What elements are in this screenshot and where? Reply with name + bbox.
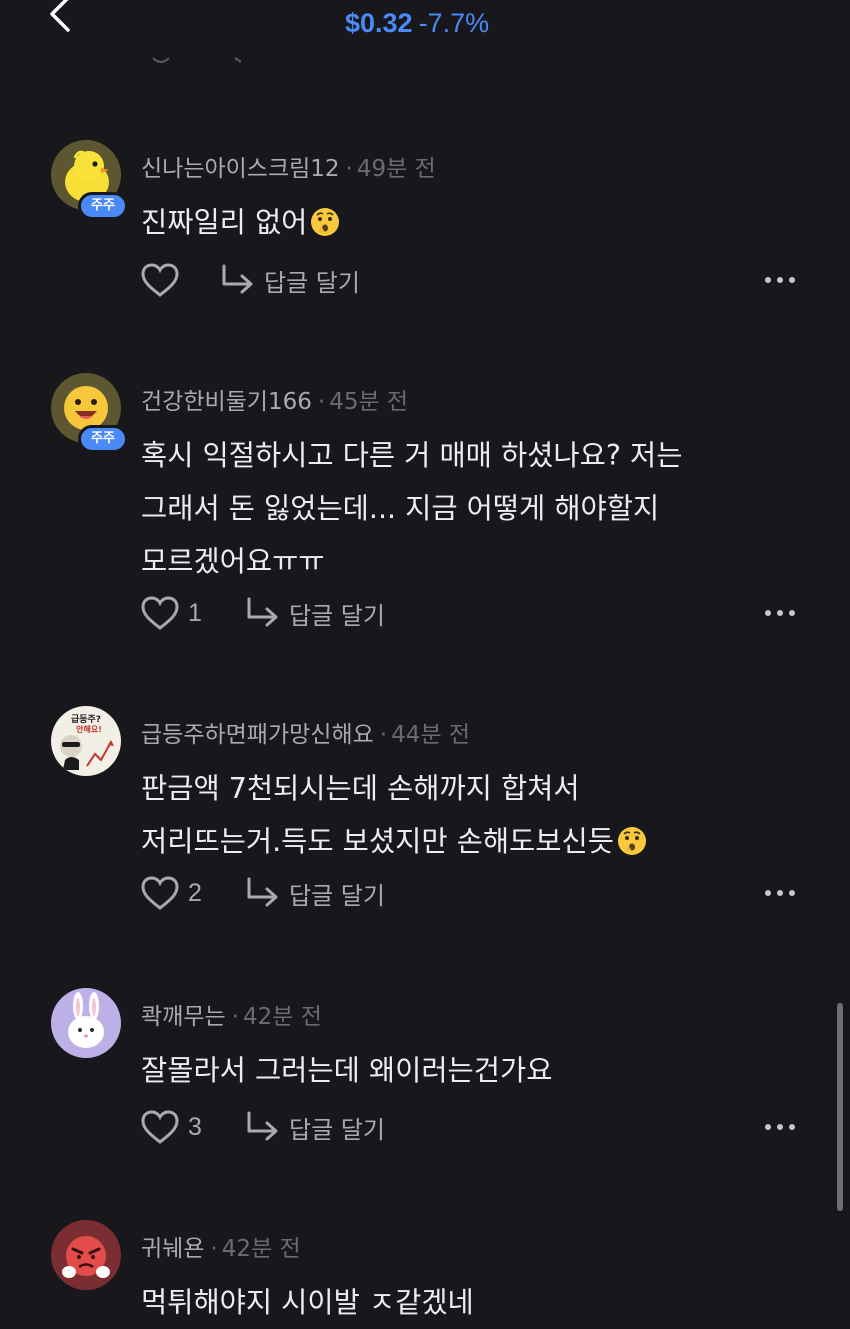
previous-comment-actions-edge — [152, 57, 242, 63]
username[interactable]: 급등주하면패가망신해요 — [141, 722, 374, 748]
more-horizontal-icon[interactable] — [762, 266, 798, 294]
comment-line: 모르겠어요ㅠㅠ — [141, 545, 325, 578]
like-button[interactable]: 3 — [140, 1107, 202, 1147]
timestamp: 44분 전 — [391, 722, 470, 748]
timestamp: 49분 전 — [356, 156, 436, 182]
comment-actions: 답글 달기 — [140, 260, 820, 300]
avatar[interactable] — [51, 988, 121, 1058]
like-count: 2 — [188, 878, 202, 907]
avatar-text: 안해요! — [76, 724, 102, 734]
comment-meta: 신나는아이스크림12 · 49분 전 — [141, 149, 436, 183]
reply-button[interactable]: 답글 달기 — [245, 873, 385, 913]
reply-button[interactable]: 답글 달기 — [220, 260, 360, 300]
comment-line: 잘몰라서 그러는데 왜이러는건가요 — [141, 1054, 553, 1087]
avatar[interactable] — [51, 1220, 121, 1290]
username[interactable]: 귀눼욘 — [141, 1236, 204, 1262]
comment-text: 먹튀해야지 시이발 ㅈ같겠네 — [141, 1276, 801, 1329]
reply-label: 답글 달기 — [289, 881, 385, 910]
like-count: 3 — [188, 1112, 202, 1141]
reply-button[interactable]: 답글 달기 — [245, 593, 385, 633]
comment-text: 잘몰라서 그러는데 왜이러는건가요 — [141, 1044, 801, 1097]
reply-label: 답글 달기 — [289, 1115, 385, 1144]
comment-line: 그래서 돈 잃었는데... 지금 어떻게 해야할지 — [141, 492, 660, 525]
reply-label: 답글 달기 — [264, 268, 360, 297]
heart-outline-icon — [141, 1110, 179, 1144]
comment-meta: 귀눼욘 · 42분 전 — [141, 1229, 301, 1263]
stock-price: $0.32 -7.7% — [345, 8, 489, 39]
thinking-face-icon — [311, 208, 340, 236]
reply-arrow-icon — [247, 597, 278, 627]
timestamp: 42분 전 — [242, 1004, 322, 1030]
more-horizontal-icon[interactable] — [762, 879, 798, 907]
meta-separator: · — [210, 1236, 218, 1262]
chevron-left-icon — [50, 0, 70, 32]
thinking-face-icon — [617, 827, 646, 855]
reply-button[interactable]: 답글 달기 — [245, 1107, 385, 1147]
scrollbar[interactable] — [837, 1003, 843, 1211]
rabbit-avatar-icon — [51, 988, 121, 1058]
meta-separator: · — [345, 156, 353, 182]
meta-separator: · — [317, 389, 326, 415]
comment-meta: 건강한비둘기166 · 45분 전 — [141, 382, 408, 416]
heart-outline-icon — [141, 876, 179, 910]
price-value: $0.32 — [345, 8, 413, 38]
like-button[interactable]: 2 — [140, 873, 202, 913]
reply-arrow-icon — [222, 264, 253, 294]
timestamp: 42분 전 — [221, 1236, 301, 1262]
avatar-text: 급등주? — [71, 714, 101, 725]
comment-text: 혹시 익절하시고 다른 거 매매 하셨나요? 저는 그래서 돈 잃었는데... … — [141, 429, 801, 588]
comment-actions: 1 답글 달기 — [140, 593, 820, 633]
comment-text: 판금액 7천되시는데 손해까지 합쳐서 저리뜨는거.득도 보셨지만 손해도보신듯 — [141, 762, 801, 868]
like-button[interactable] — [140, 260, 188, 300]
username[interactable]: 건강한비둘기166 — [141, 389, 312, 415]
more-horizontal-icon[interactable] — [762, 1113, 798, 1141]
back-button[interactable] — [42, 0, 82, 34]
price-change: -7.7% — [418, 8, 490, 38]
comment-line: 진짜일리 없어 — [141, 196, 801, 249]
shareholder-badge: 주주 — [78, 425, 128, 453]
comment-line: 먹튀해야지 시이발 ㅈ같겠네 — [141, 1286, 474, 1319]
reply-arrow-icon — [247, 877, 278, 907]
reply-arrow-icon — [247, 1111, 278, 1141]
meta-separator: · — [379, 722, 388, 748]
top-bar: $0.32 -7.7% — [0, 0, 850, 63]
comment-actions: 2 답글 달기 — [140, 873, 820, 913]
like-count: 1 — [188, 598, 202, 627]
comment-text: 진짜일리 없어 — [141, 196, 801, 249]
avatar[interactable]: 급등주? 안해요! — [51, 706, 121, 776]
comment-line-text: 저리뜨는거.득도 보셨지만 손해도보신듯 — [141, 825, 614, 858]
like-button[interactable]: 1 — [140, 593, 202, 633]
comment-line-text: 진짜일리 없어 — [141, 206, 308, 239]
meta-separator: · — [231, 1004, 239, 1030]
username[interactable]: 신나는아이스크림12 — [141, 156, 340, 182]
comment-meta: 급등주하면패가망신해요 · 44분 전 — [141, 715, 470, 749]
comment-line: 저리뜨는거.득도 보셨지만 손해도보신듯 — [141, 815, 801, 868]
timestamp: 45분 전 — [329, 389, 409, 415]
heart-outline-icon — [141, 596, 179, 630]
comment-line: 판금액 7천되시는데 손해까지 합쳐서 — [141, 772, 580, 805]
more-horizontal-icon[interactable] — [762, 599, 798, 627]
username[interactable]: 콱깨무는 — [141, 1004, 226, 1030]
reply-label: 답글 달기 — [289, 601, 385, 630]
heart-outline-icon — [141, 263, 179, 297]
shareholder-badge: 주주 — [78, 192, 128, 220]
sticker-avatar-icon: 급등주? 안해요! — [51, 706, 121, 776]
comment-line: 혹시 익절하시고 다른 거 매매 하셨나요? 저는 — [141, 439, 683, 472]
comment-actions: 3 답글 달기 — [140, 1107, 820, 1147]
angry-face-avatar-icon — [51, 1220, 121, 1290]
comment-meta: 콱깨무는 · 42분 전 — [141, 997, 322, 1031]
